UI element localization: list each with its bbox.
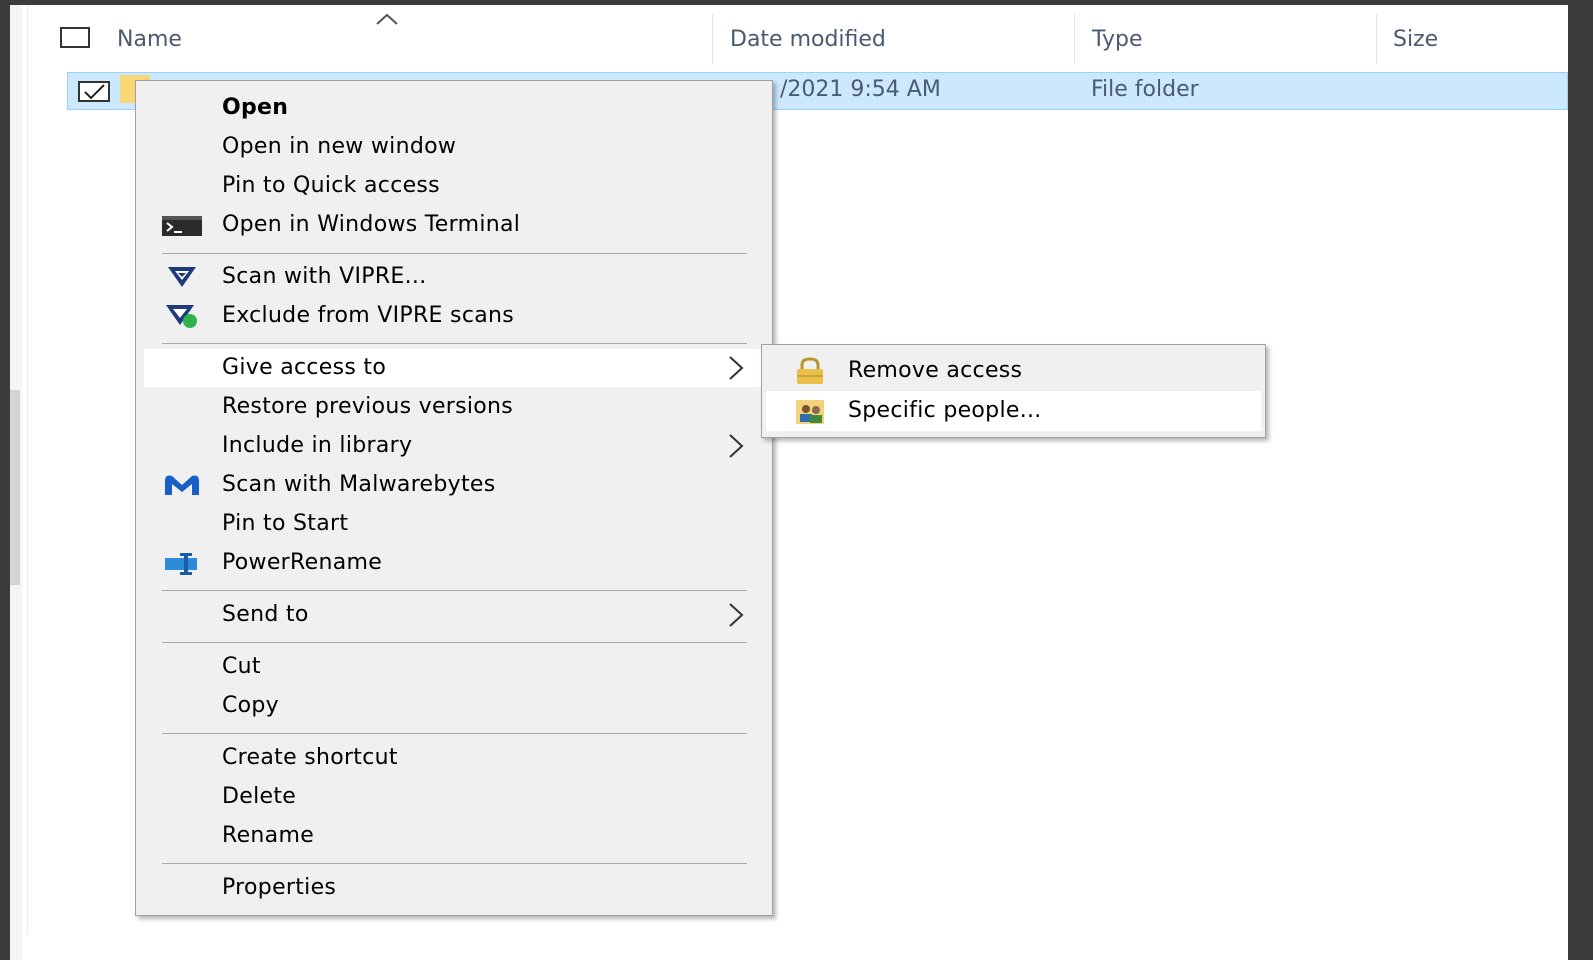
menu-item-give-access[interactable]: Give access to — [144, 349, 764, 387]
menu-item-label: Exclude from VIPRE scans — [222, 303, 514, 328]
menu-item-label: Rename — [222, 823, 315, 848]
menu-item-label: Open in new window — [222, 134, 457, 159]
column-type[interactable]: Type — [1092, 27, 1143, 53]
powerrename-icon — [165, 553, 197, 575]
column-name[interactable]: Name — [117, 27, 182, 53]
row-type: File folder — [1091, 77, 1199, 102]
menu-separator — [162, 253, 747, 254]
lock-icon — [797, 357, 823, 384]
menu-item-pin-quick-access[interactable]: Pin to Quick access — [144, 167, 764, 205]
select-all-checkbox[interactable] — [60, 27, 90, 48]
column-header: Name Date modified Type Size — [10, 5, 1568, 65]
menu-item-properties[interactable]: Properties — [144, 869, 764, 907]
submenu-item-label: Remove access — [848, 358, 1023, 383]
menu-item-include-library[interactable]: Include in library — [144, 427, 764, 465]
menu-item-powerrename[interactable]: PowerRename — [144, 544, 764, 582]
menu-item-scan-vipre[interactable]: Scan with VIPRE... — [144, 258, 764, 296]
column-size[interactable]: Size — [1393, 27, 1438, 53]
window-right-edge — [1568, 5, 1593, 960]
navigation-scrollbar[interactable] — [10, 5, 22, 960]
chevron-right-icon — [729, 603, 744, 627]
menu-item-cut[interactable]: Cut — [144, 648, 764, 686]
menu-item-label: Send to — [222, 602, 309, 627]
menu-item-restore-versions[interactable]: Restore previous versions — [144, 388, 764, 426]
menu-item-label: Give access to — [222, 355, 387, 380]
menu-separator — [162, 343, 747, 344]
submenu-item-specific-people[interactable]: Specific people... — [766, 391, 1261, 431]
terminal-icon — [162, 216, 202, 236]
menu-item-label: Include in library — [222, 433, 413, 458]
menu-separator — [162, 733, 747, 734]
menu-separator — [162, 863, 747, 864]
give-access-submenu: Remove access Specific people... — [761, 344, 1266, 438]
vipre-exclude-icon — [166, 305, 197, 328]
row-checkbox[interactable] — [78, 81, 110, 102]
menu-item-label: Properties — [222, 875, 337, 900]
scrollbar-thumb[interactable] — [10, 390, 20, 585]
sort-ascending-icon — [376, 13, 398, 25]
menu-item-exclude-vipre[interactable]: Exclude from VIPRE scans — [144, 297, 764, 335]
menu-item-label: Scan with VIPRE... — [222, 264, 427, 289]
menu-separator — [162, 590, 747, 591]
menu-item-label: Open — [222, 95, 289, 120]
column-separator[interactable] — [712, 14, 713, 64]
menu-item-create-shortcut[interactable]: Create shortcut — [144, 739, 764, 777]
menu-item-rename[interactable]: Rename — [144, 817, 764, 855]
menu-separator — [162, 642, 747, 643]
submenu-item-remove-access[interactable]: Remove access — [766, 351, 1261, 391]
menu-item-scan-malwarebytes[interactable]: Scan with Malwarebytes — [144, 466, 764, 504]
submenu-item-label: Specific people... — [848, 398, 1042, 423]
column-separator[interactable] — [1074, 14, 1075, 64]
people-icon — [796, 400, 824, 424]
menu-item-label: Pin to Start — [222, 511, 349, 536]
row-date-modified: /2021 9:54 AM — [780, 77, 941, 102]
menu-item-open-terminal[interactable]: Open in Windows Terminal — [144, 206, 764, 244]
chevron-right-icon — [729, 434, 744, 458]
menu-item-open[interactable]: Open — [144, 89, 764, 127]
menu-item-open-new-window[interactable]: Open in new window — [144, 128, 764, 166]
vipre-icon — [168, 267, 196, 287]
menu-item-label: Delete — [222, 784, 297, 809]
context-menu: Open Open in new window Pin to Quick acc… — [135, 80, 773, 916]
checkmark-icon — [84, 84, 105, 100]
malwarebytes-icon — [165, 475, 199, 495]
menu-item-label: PowerRename — [222, 550, 383, 575]
menu-item-pin-start[interactable]: Pin to Start — [144, 505, 764, 543]
menu-item-label: Scan with Malwarebytes — [222, 472, 496, 497]
menu-item-delete[interactable]: Delete — [144, 778, 764, 816]
menu-item-label: Open in Windows Terminal — [222, 212, 521, 237]
menu-item-copy[interactable]: Copy — [144, 687, 764, 725]
menu-item-label: Copy — [222, 693, 280, 718]
menu-item-label: Cut — [222, 654, 261, 679]
menu-item-label: Create shortcut — [222, 745, 398, 770]
menu-item-label: Pin to Quick access — [222, 173, 440, 198]
menu-item-label: Restore previous versions — [222, 394, 514, 419]
menu-item-send-to[interactable]: Send to — [144, 596, 764, 634]
column-date-modified[interactable]: Date modified — [730, 27, 886, 53]
pane-divider — [27, 5, 28, 935]
chevron-right-icon — [729, 356, 744, 380]
column-separator[interactable] — [1376, 14, 1377, 64]
